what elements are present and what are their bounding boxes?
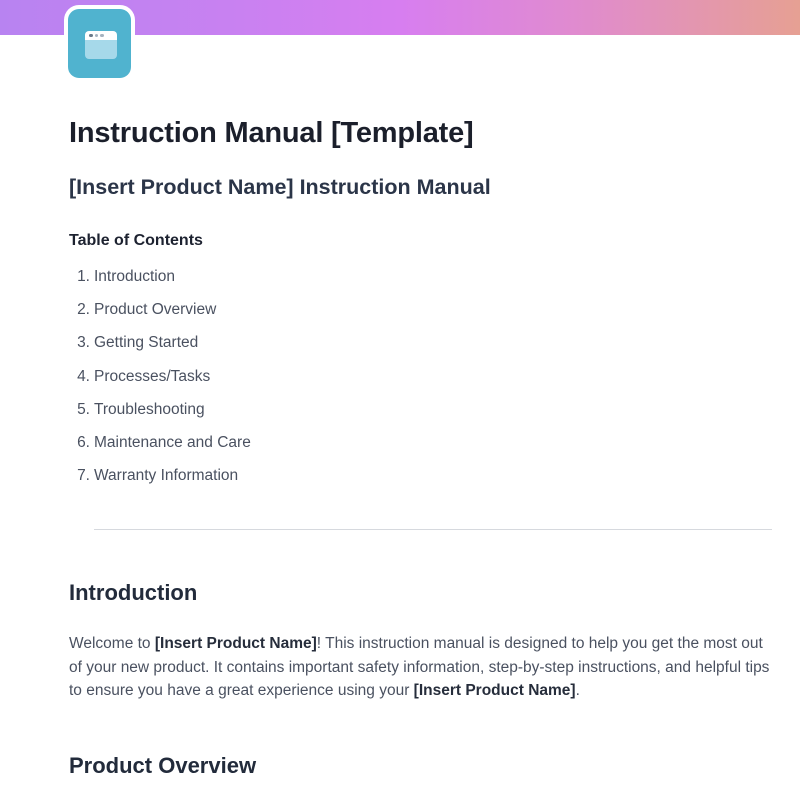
browser-body xyxy=(85,40,117,59)
toc-item-label: Introduction xyxy=(94,268,175,285)
toc-item-number: 3. xyxy=(77,334,90,352)
toc-item-label: Warranty Information xyxy=(94,467,239,485)
toc-item-troubleshooting[interactable]: 5. Troubleshooting xyxy=(69,401,251,434)
product-overview-heading: Product Overview xyxy=(69,753,257,778)
intro-text-end: . xyxy=(575,682,580,699)
toc-item-warranty-information[interactable]: 7. Warranty Information xyxy=(69,467,251,500)
toc-item-number: 6. xyxy=(77,433,90,451)
toc-item-number: 2. xyxy=(77,301,90,319)
toc-item-label: Getting Started xyxy=(94,334,199,352)
toc-item-number: 5. xyxy=(77,400,90,418)
intro-text-start: Welcome to xyxy=(69,635,155,652)
browser-dot xyxy=(94,33,98,38)
toc-item-number: 4. xyxy=(77,367,90,385)
browser-title-bar xyxy=(85,31,117,40)
browser-window-icon xyxy=(85,31,117,59)
browser-dot xyxy=(89,33,93,38)
toc-item-introduction[interactable]: 1. Introduction xyxy=(69,268,251,301)
table-of-contents: 1. Introduction 2. Product Overview 3. Gett… xyxy=(69,268,251,500)
section-divider xyxy=(94,529,772,530)
toc-item-label: Product Overview xyxy=(94,301,217,319)
introduction-heading: Introduction xyxy=(69,580,198,605)
product-name-placeholder: [Insert Product Name] xyxy=(154,635,317,652)
toc-item-getting-started[interactable]: 3. Getting Started xyxy=(69,334,251,367)
page-title: Instruction Manual [Template] xyxy=(69,117,474,149)
page-icon[interactable] xyxy=(64,5,135,82)
document-subtitle: [Insert Product Name] Instruction Manual xyxy=(69,175,491,199)
toc-item-label: Processes/Tasks xyxy=(94,367,211,385)
toc-heading: Table of Contents xyxy=(69,232,203,249)
toc-item-maintenance-care[interactable]: 6. Maintenance and Care xyxy=(69,434,251,467)
toc-item-number: 7. xyxy=(77,467,90,485)
toc-item-number: 1. xyxy=(77,268,90,285)
toc-item-product-overview[interactable]: 2. Product Overview xyxy=(69,301,251,334)
page-icon-background xyxy=(68,9,131,78)
browser-dot xyxy=(100,33,104,38)
toc-item-label: Troubleshooting xyxy=(94,400,205,418)
toc-item-label: Maintenance and Care xyxy=(94,433,251,451)
introduction-paragraph: Welcome to [Insert Product Name]! This i… xyxy=(69,632,779,703)
toc-item-processes-tasks[interactable]: 4. Processes/Tasks xyxy=(69,368,251,401)
product-name-placeholder: [Insert Product Name] xyxy=(413,682,576,699)
